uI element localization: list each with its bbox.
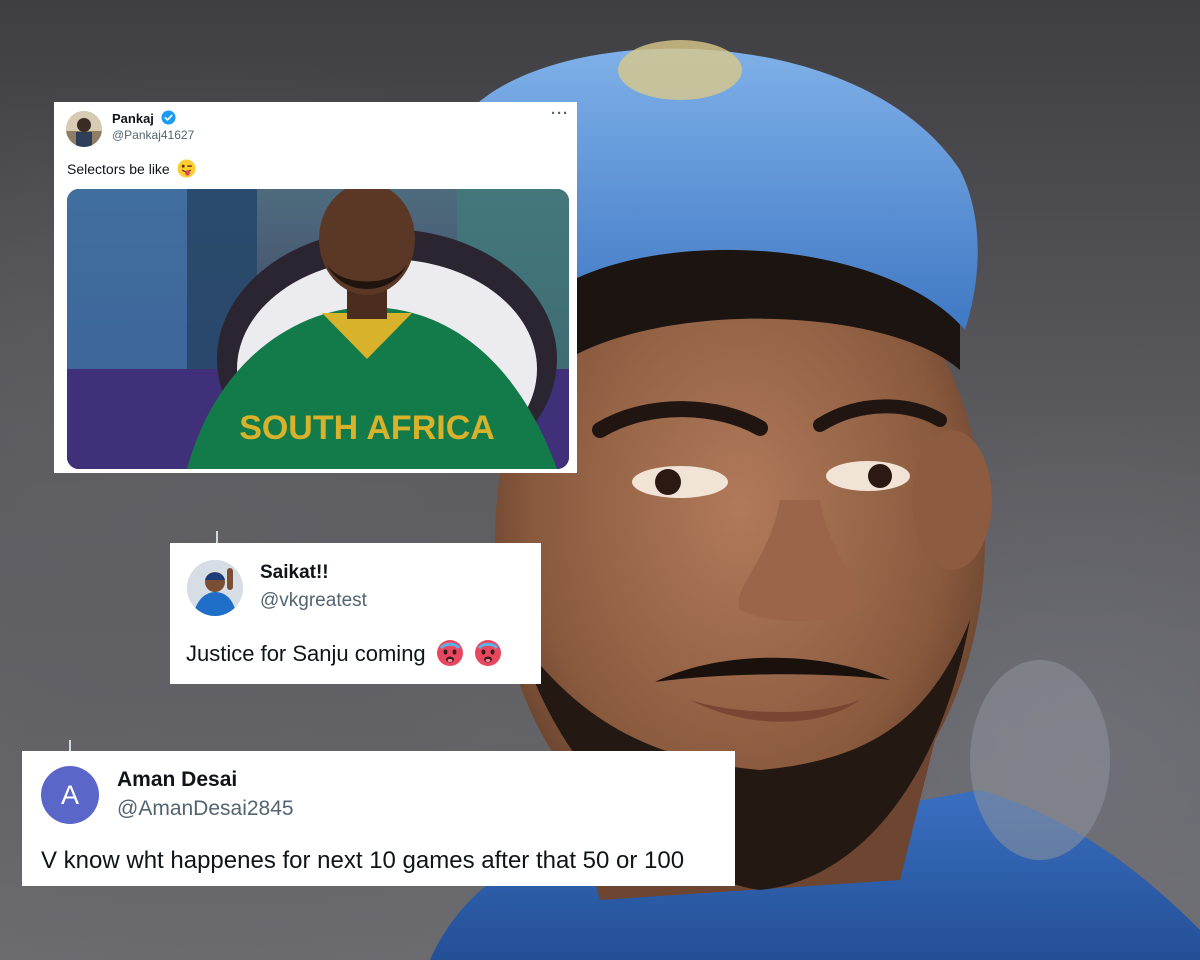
tweet-text-content: Justice for Sanju coming [186, 641, 426, 666]
jersey-text: SOUTH AFRICA [239, 409, 495, 447]
tweet-media-image[interactable]: SOUTH AFRICA [67, 189, 569, 469]
user-handle[interactable]: @vkgreatest [260, 590, 367, 612]
avatar[interactable] [66, 111, 102, 147]
hot-face-icon [436, 640, 463, 666]
thread-connector [216, 531, 218, 543]
tweet-card-pankaj[interactable]: Pankaj @Pankaj41627 ··· Selectors be lik… [54, 102, 577, 473]
winking-face-with-tongue-icon [177, 159, 196, 178]
tweet-card-aman-desai[interactable]: A Aman Desai @AmanDesai2845 V know wht h… [22, 751, 735, 886]
thread-connector [69, 740, 71, 751]
avatar[interactable]: A [41, 766, 99, 824]
verified-badge-icon [161, 110, 176, 125]
tweet-card-saikat[interactable]: Saikat!! @vkgreatest Justice for Sanju c… [170, 543, 541, 684]
user-handle[interactable]: @AmanDesai2845 [117, 797, 294, 821]
display-name[interactable]: Pankaj [112, 111, 154, 126]
display-name[interactable]: Saikat!! [260, 562, 329, 584]
display-name[interactable]: Aman Desai [117, 768, 237, 792]
avatar[interactable] [187, 560, 243, 616]
tweet-text: Justice for Sanju coming [186, 639, 502, 667]
more-options-icon[interactable]: ··· [551, 105, 569, 122]
tweet-text: V know wht happenes for next 10 games af… [41, 847, 685, 874]
user-handle[interactable]: @Pankaj41627 [112, 128, 194, 142]
tweet-text-content: Selectors be like [67, 161, 170, 177]
hot-face-icon [474, 640, 501, 666]
tweet-text: Selectors be like [67, 159, 196, 178]
